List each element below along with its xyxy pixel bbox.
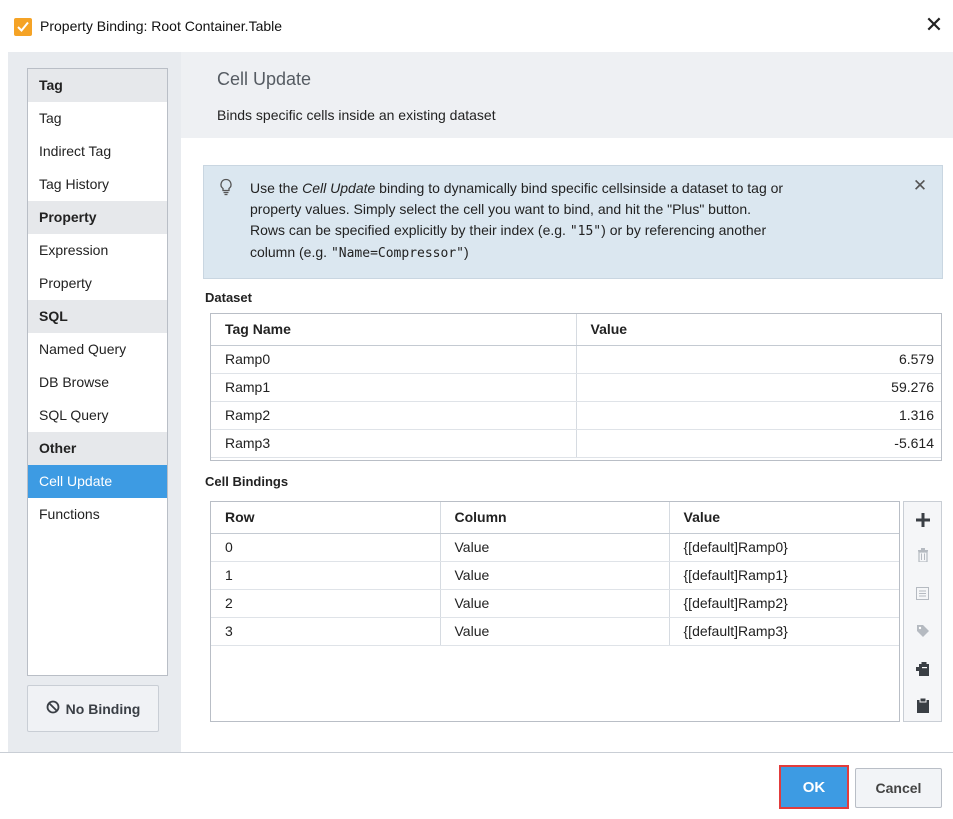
window-title: Property Binding: Root Container.Table	[40, 18, 283, 34]
nav-item-property[interactable]: Property	[28, 267, 167, 300]
dataset-label: Dataset	[205, 290, 252, 305]
table-cell[interactable]: Value	[440, 533, 670, 562]
binding-type-pane: Tag Tag Indirect Tag Tag History Propert…	[8, 52, 181, 752]
no-binding-icon	[46, 700, 60, 717]
binding-header: Cell Update Binds specific cells inside …	[181, 52, 953, 138]
ok-button[interactable]: OK	[779, 765, 849, 809]
nav-item-db-browse[interactable]: DB Browse	[28, 366, 167, 399]
table-cell[interactable]: 59.276	[576, 373, 941, 402]
cell-bindings-table-container: Row Column Value 0 Value {[default]Ramp0} …	[210, 501, 900, 722]
dataset-table: Tag Name Value Ramp0 6.579 Ramp1 59.276 Ra…	[211, 314, 941, 458]
table-cell[interactable]: Ramp0	[211, 345, 577, 374]
table-cell[interactable]: 6.579	[576, 345, 941, 374]
table-row[interactable]: Ramp1 59.276	[211, 373, 941, 402]
table-cell[interactable]: 3	[211, 617, 441, 646]
ignition-designer-icon	[14, 18, 32, 36]
nav-item-indirect-tag[interactable]: Indirect Tag	[28, 135, 167, 168]
info-banner: Use the Cell Update binding to dynamical…	[203, 165, 943, 279]
add-icon[interactable]	[904, 508, 941, 532]
edit-icon[interactable]	[904, 581, 941, 605]
table-cell[interactable]: Value	[440, 617, 670, 646]
table-row[interactable]: 3 Value {[default]Ramp3}	[211, 617, 899, 646]
info-text: Use the Cell Update binding to dynamical…	[250, 180, 784, 261]
table-cell[interactable]: {[default]Ramp3}	[669, 617, 899, 646]
table-cell[interactable]: Ramp3	[211, 429, 577, 458]
table-cell[interactable]: Ramp1	[211, 373, 577, 402]
clipboard-icon[interactable]	[904, 693, 941, 717]
cell-bindings-table: Row Column Value 0 Value {[default]Ramp0} …	[211, 502, 899, 646]
table-cell[interactable]: -5.614	[576, 429, 941, 458]
dismiss-icon[interactable]: ✕	[912, 177, 928, 194]
nav-item-sql-query[interactable]: SQL Query	[28, 399, 167, 432]
binding-type-list: Tag Tag Indirect Tag Tag History Propert…	[27, 68, 168, 676]
table-row[interactable]: 2 Value {[default]Ramp2}	[211, 589, 899, 618]
no-binding-label: No Binding	[65, 700, 141, 717]
column-header[interactable]: Tag Name	[211, 314, 577, 346]
table-row[interactable]: Ramp0 6.579	[211, 345, 941, 374]
cancel-button[interactable]: Cancel	[855, 768, 942, 808]
nav-category-sql: SQL	[28, 300, 167, 333]
page-title: Cell Update	[217, 69, 312, 89]
table-cell[interactable]: 0	[211, 533, 441, 562]
tag-icon[interactable]	[904, 619, 941, 643]
table-cell[interactable]: {[default]Ramp0}	[669, 533, 899, 562]
table-row[interactable]: Ramp2 1.316	[211, 401, 941, 430]
title-bar: Property Binding: Root Container.Table ✕	[0, 0, 953, 52]
close-icon[interactable]: ✕	[923, 14, 945, 36]
column-header[interactable]: Value	[576, 314, 941, 346]
table-cell[interactable]: 2	[211, 589, 441, 618]
cell-bindings-label: Cell Bindings	[205, 474, 289, 489]
nav-item-expression[interactable]: Expression	[28, 234, 167, 267]
dataset-table-container: Tag Name Value Ramp0 6.579 Ramp1 59.276 Ra…	[210, 313, 942, 461]
table-cell[interactable]: 1.316	[576, 401, 941, 430]
nav-category-tag: Tag	[28, 69, 167, 102]
nav-item-functions[interactable]: Functions	[28, 498, 167, 531]
table-row[interactable]: Ramp3 -5.614	[211, 429, 941, 458]
footer-divider	[0, 752, 953, 753]
nav-category-other: Other	[28, 432, 167, 465]
nav-item-tag[interactable]: Tag	[28, 102, 167, 135]
no-binding-button[interactable]: No Binding	[27, 685, 159, 732]
table-cell[interactable]: {[default]Ramp1}	[669, 561, 899, 590]
table-row[interactable]: 1 Value {[default]Ramp1}	[211, 561, 899, 590]
table-cell[interactable]: {[default]Ramp2}	[669, 589, 899, 618]
column-header[interactable]: Column	[440, 502, 670, 534]
nav-item-cell-update[interactable]: Cell Update	[28, 465, 167, 498]
nav-item-tag-history[interactable]: Tag History	[28, 168, 167, 201]
table-cell[interactable]: Value	[440, 589, 670, 618]
nav-category-property: Property	[28, 201, 167, 234]
table-row[interactable]: 0 Value {[default]Ramp0}	[211, 533, 899, 562]
delete-icon[interactable]	[904, 543, 941, 567]
table-cell[interactable]: 1	[211, 561, 441, 590]
lightbulb-icon	[218, 178, 234, 196]
table-cell[interactable]: Ramp2	[211, 401, 577, 430]
bindings-toolbar	[903, 501, 942, 722]
page-subtitle: Binds specific cells inside an existing …	[217, 107, 496, 123]
column-header[interactable]: Row	[211, 502, 441, 534]
table-cell[interactable]: Value	[440, 561, 670, 590]
paste-tag-icon[interactable]	[904, 656, 941, 680]
column-header[interactable]: Value	[669, 502, 899, 534]
nav-item-named-query[interactable]: Named Query	[28, 333, 167, 366]
